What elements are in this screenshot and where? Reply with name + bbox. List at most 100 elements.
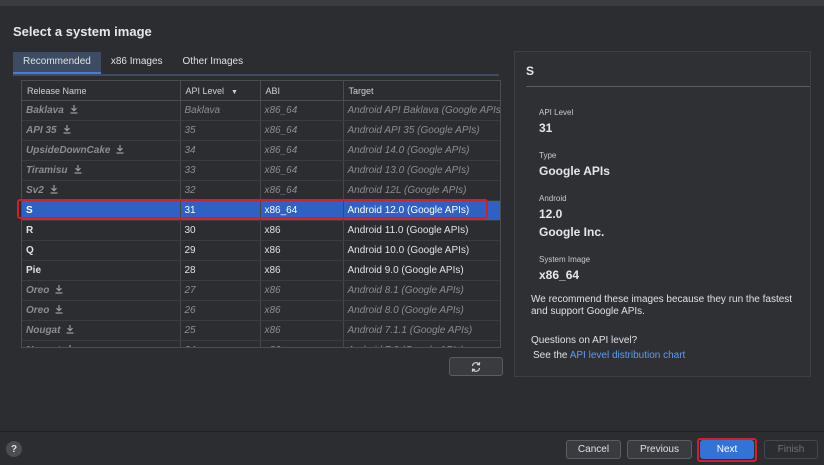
cell-abi: x86 — [260, 240, 344, 261]
cell-api-level-text: 30 — [184, 225, 196, 236]
api-distribution-link[interactable]: API level distribution chart — [570, 350, 686, 361]
cell-api-level: 26 — [180, 300, 261, 321]
table-row[interactable]: Tiramisu 33 x86_64 Android 13.0 (Google API… — [22, 160, 500, 181]
table-row[interactable]: Oreo 27 x86 Android 8.1 (Google APIs) — [22, 280, 500, 301]
download-icon[interactable] — [69, 104, 79, 117]
cell-abi-text: x86 — [264, 325, 281, 336]
tab-recommended[interactable]: Recommended — [13, 52, 101, 74]
see-line: See the API level distribution chart — [531, 350, 801, 362]
details-divider — [526, 86, 810, 87]
cell-api-level: 27 — [180, 280, 261, 301]
cell-release-name: Oreo — [22, 300, 181, 321]
next-button[interactable]: Next — [700, 440, 754, 459]
download-icon[interactable] — [65, 344, 75, 347]
column-header-api-level[interactable]: API Level ▼ — [180, 81, 261, 101]
cell-release-name-text: UpsideDownCake — [26, 145, 111, 156]
recommend-text: We recommend these images because they r… — [531, 294, 793, 317]
cell-target-text: Android 11.0 (Google APIs) — [347, 225, 469, 236]
cell-release-name-text: Sv2 — [26, 185, 44, 196]
cell-release-name: Baklava — [22, 100, 181, 121]
tab-x86-images[interactable]: x86 Images — [101, 52, 173, 74]
cell-release-name-text: API 35 — [26, 125, 57, 136]
table-row[interactable]: Q 29 x86 Android 10.0 (Google APIs) — [22, 240, 500, 261]
cell-release-name: S — [22, 200, 181, 221]
column-header-abi[interactable]: ABI — [260, 81, 344, 101]
cell-release-name-text: R — [26, 225, 34, 236]
cell-target-text: Android 7.1.1 (Google APIs) — [347, 325, 473, 336]
download-icon[interactable] — [49, 184, 59, 197]
cell-release-name: Sv2 — [22, 180, 181, 201]
cell-abi: x86 — [260, 320, 344, 341]
table-row[interactable]: Sv2 32 x86_64 Android 12L (Google APIs) — [22, 180, 500, 201]
previous-button[interactable]: Previous — [627, 440, 692, 459]
cell-api-level-text: 27 — [184, 285, 196, 296]
cell-target-text: Android 10.0 (Google APIs) — [347, 245, 470, 256]
download-icon[interactable] — [54, 284, 64, 297]
download-icon[interactable] — [115, 144, 125, 157]
system-image-label: System Image — [539, 255, 591, 264]
download-icon[interactable] — [65, 324, 75, 337]
cell-target-text: Android API 35 (Google APIs) — [347, 125, 480, 136]
tab-other-images[interactable]: Other Images — [173, 52, 254, 74]
table-row[interactable]: API 35 35 x86_64 Android API 35 (Google API… — [22, 120, 500, 141]
help-button[interactable]: ? — [6, 441, 22, 457]
column-header-target[interactable]: Target — [343, 81, 500, 101]
see-prefix: See the — [533, 350, 568, 361]
cell-abi: x86_64 — [260, 140, 344, 161]
cancel-button[interactable]: Cancel — [566, 440, 621, 459]
cell-abi: x86_64 — [260, 120, 344, 141]
cell-target: Android 13.0 (Google APIs) — [343, 160, 500, 181]
cell-release-name: Nougat — [22, 340, 181, 347]
cell-release-name-text: Nougat — [26, 345, 60, 347]
cell-target: Android 8.1 (Google APIs) — [343, 280, 500, 301]
cell-api-level-text: 32 — [184, 185, 196, 196]
table-row[interactable]: UpsideDownCake 34 x86_64 Android 14.0 (Goog… — [22, 140, 500, 161]
cell-abi-text: x86 — [264, 285, 281, 296]
table-row[interactable]: Baklava Baklava x86_64 Android API Baklava … — [22, 100, 500, 121]
download-icon[interactable] — [73, 164, 83, 177]
column-header-release-name[interactable]: Release Name — [22, 81, 181, 101]
cell-target: Android 10.0 (Google APIs) — [343, 240, 500, 261]
table-row-selected[interactable]: S 31 x86_64 Android 12.0 (Google APIs) — [22, 200, 500, 221]
cell-target-text: Android 8.0 (Google APIs) — [347, 305, 464, 316]
cell-target: Android 7.1.1 (Google APIs) — [343, 320, 500, 341]
cell-target: Android 12.0 (Google APIs) — [343, 200, 500, 221]
cell-target: Android 12L (Google APIs) — [343, 180, 500, 201]
refresh-button[interactable] — [449, 357, 503, 376]
cell-api-level: 32 — [180, 180, 261, 201]
cell-abi: x86 — [260, 260, 344, 281]
cell-abi-text: x86 — [264, 245, 281, 256]
android-vendor: Google Inc. — [539, 225, 605, 239]
cell-target-text: Android 9.0 (Google APIs) — [347, 265, 464, 276]
download-icon[interactable] — [54, 304, 64, 317]
table-row[interactable]: Nougat 25 x86 Android 7.1.1 (Google APIs) — [22, 320, 500, 341]
table-row[interactable]: R 30 x86 Android 11.0 (Google APIs) — [22, 220, 500, 241]
cell-abi: x86_64 — [260, 200, 344, 221]
cell-target: Android API 35 (Google APIs) — [343, 120, 500, 141]
cell-target-text: Android 8.1 (Google APIs) — [347, 285, 464, 296]
cell-release-name-text: Tiramisu — [26, 165, 68, 176]
table-row[interactable]: Nougat 24 x86 Android 7.0 (Google APIs) — [22, 340, 500, 347]
cell-abi: x86_64 — [260, 180, 344, 201]
cell-api-level-text: 24 — [185, 345, 196, 347]
type-label: Type — [539, 151, 557, 160]
cell-api-level: 24 — [180, 340, 261, 347]
finish-button: Finish — [764, 440, 818, 459]
table-row[interactable]: Pie 28 x86 Android 9.0 (Google APIs) — [22, 260, 500, 281]
cell-target-text: Android 12.0 (Google APIs) — [347, 205, 470, 216]
cell-api-level: 28 — [180, 260, 261, 281]
cell-release-name-text: Nougat — [26, 325, 61, 336]
cell-abi-text: x86 — [265, 345, 281, 347]
dialog-title: Select a system image — [13, 24, 152, 39]
cell-release-name: Tiramisu — [22, 160, 181, 181]
table-row[interactable]: Oreo 26 x86 Android 8.0 (Google APIs) — [22, 300, 500, 321]
type-value: Google APIs — [539, 164, 610, 178]
cell-release-name-text: Oreo — [26, 305, 50, 316]
system-image-table[interactable]: Release Name API Level ▼ ABI Target Bakla… — [21, 80, 501, 348]
cell-release-name: API 35 — [22, 120, 181, 141]
cell-abi-text: x86_64 — [264, 185, 298, 196]
cell-target-text: Android 12L (Google APIs) — [347, 185, 467, 196]
cell-api-level-text: 26 — [184, 305, 196, 316]
cell-release-name-text: Baklava — [26, 105, 64, 116]
download-icon[interactable] — [62, 124, 72, 137]
